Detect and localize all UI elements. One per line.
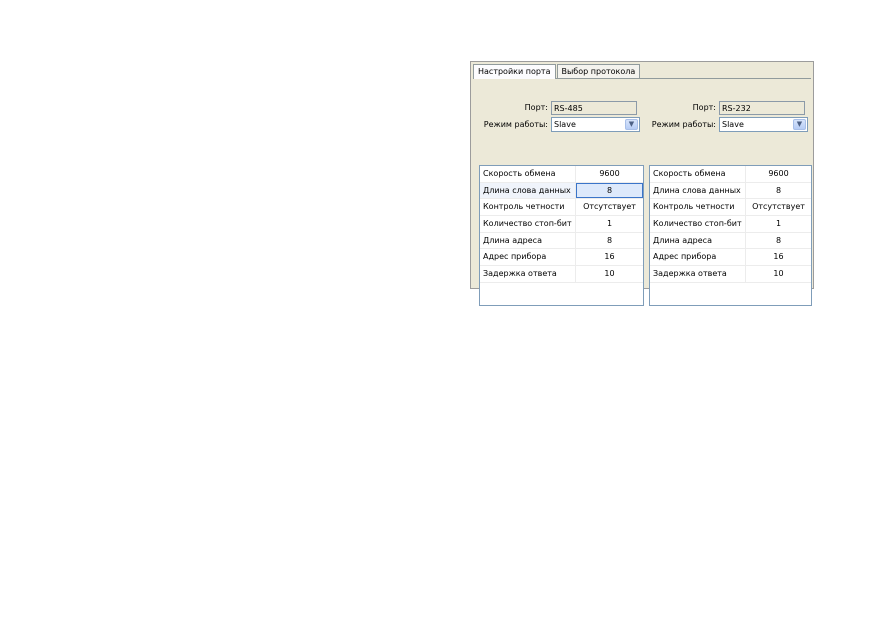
mode-select-value: Slave [554,120,576,129]
grid-row[interactable]: Адрес прибора 16 [480,249,643,267]
param-name: Количество стоп-бит [650,216,746,232]
param-value[interactable]: 8 [746,233,811,249]
tab-strip: Настройки порта Выбор протокола [473,64,641,79]
grid-row[interactable]: Задержка ответа 10 [650,266,811,283]
tab-protocol-selection[interactable]: Выбор протокола [556,64,641,78]
grid-row[interactable]: Скорость обмена 9600 [650,166,811,183]
grid-row[interactable]: Количество стоп-бит 1 [480,216,643,233]
mode-label: Режим работы: [651,120,716,129]
chevron-down-icon: ▼ [628,120,635,128]
param-value[interactable]: 16 [576,249,643,265]
param-name: Количество стоп-бит [480,216,576,232]
grid-row[interactable]: Длина адреса 8 [650,232,811,250]
port-row-2: Порт: RS-232 [641,100,805,115]
grid-row[interactable]: Адрес прибора 16 [650,249,811,267]
dropdown-button[interactable]: ▼ [625,119,638,130]
grid-row[interactable]: Длина слова данных 8 [480,182,643,200]
param-name: Длина слова данных [650,182,746,199]
param-name: Контроль четности [480,199,576,216]
port-label: Порт: [692,103,716,112]
tab-content: Порт: RS-485 Режим работы: Slave ▼ Скоро… [473,78,812,306]
dropdown-button[interactable]: ▼ [793,119,806,130]
grid-row[interactable]: Скорость обмена 9600 [480,166,643,183]
mode-row-2: Режим работы: Slave ▼ [641,117,808,132]
param-name: Контроль четности [650,199,746,216]
port-field: RS-485 [551,100,637,115]
grid-row[interactable]: Контроль четности Отсутствует [650,199,811,217]
param-value[interactable]: 9600 [576,166,643,182]
port-label: Порт: [524,103,548,112]
param-name: Скорость обмена [650,166,746,182]
param-name: Задержка ответа [480,266,576,282]
param-name: Длина слова данных [480,182,576,199]
params-grid-2[interactable]: Скорость обмена 9600 Длина слова данных 8 … [649,165,812,306]
param-name: Адрес прибора [650,249,746,266]
param-name: Длина адреса [480,232,576,249]
param-name: Задержка ответа [650,266,746,282]
param-value[interactable]: 10 [576,266,643,282]
param-value[interactable]: Отсутствует [746,199,811,215]
mode-select-value: Slave [722,120,744,129]
mode-select[interactable]: Slave ▼ [551,117,640,132]
param-value[interactable]: 16 [746,249,811,265]
grid-row[interactable]: Длина слова данных 8 [650,182,811,200]
grid-row[interactable]: Длина адреса 8 [480,232,643,250]
port-field: RS-232 [719,100,805,115]
grid-row[interactable]: Количество стоп-бит 1 [650,216,811,233]
chevron-down-icon: ▼ [796,120,803,128]
port-row-1: Порт: RS-485 [473,100,637,115]
grid-row[interactable]: Контроль четности Отсутствует [480,199,643,217]
port-settings-window: Настройки порта Выбор протокола Порт: RS… [470,61,814,306]
param-value[interactable]: 1 [576,216,643,232]
param-value[interactable]: 8 [746,183,811,199]
param-value[interactable]: 1 [746,216,811,232]
tab-port-settings[interactable]: Настройки порта [473,64,556,79]
param-value[interactable]: 8 [576,182,643,199]
param-value[interactable]: Отсутствует [576,199,643,215]
grid-row[interactable]: Задержка ответа 10 [480,266,643,283]
param-name: Скорость обмена [480,166,576,182]
mode-row-1: Режим работы: Slave ▼ [473,117,640,132]
param-value[interactable]: 9600 [746,166,811,182]
param-value[interactable]: 8 [576,233,643,249]
param-value[interactable]: 10 [746,266,811,282]
mode-select[interactable]: Slave ▼ [719,117,808,132]
params-grid-1[interactable]: Скорость обмена 9600 Длина слова данных 8 … [479,165,644,306]
param-name: Длина адреса [650,232,746,249]
mode-label: Режим работы: [483,120,548,129]
param-name: Адрес прибора [480,249,576,266]
